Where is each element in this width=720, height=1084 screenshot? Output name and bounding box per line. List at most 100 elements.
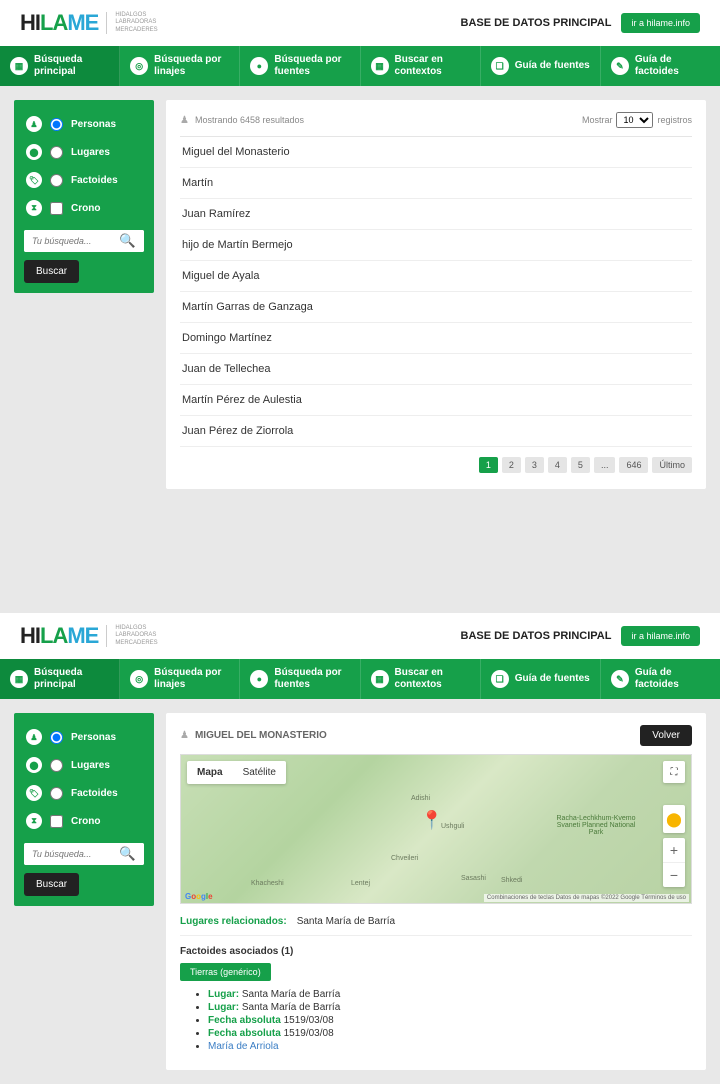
search-button[interactable]: Buscar bbox=[24, 873, 79, 896]
page-...[interactable]: ... bbox=[594, 457, 616, 473]
nav-icon: ▦ bbox=[10, 670, 28, 688]
filter-icon: ⬤ bbox=[26, 757, 42, 773]
result-row[interactable]: Martín bbox=[180, 168, 692, 199]
filter-lugares[interactable]: ⬤Lugares bbox=[24, 138, 144, 166]
map-type-toggle[interactable]: MapaSatélite bbox=[187, 761, 286, 784]
search-icon[interactable]: 🔍 bbox=[111, 230, 144, 252]
nav-icon: ✎ bbox=[611, 670, 629, 688]
detail-title: MIGUEL DEL MONASTERIO bbox=[195, 730, 327, 741]
factoid-item: Fecha absoluta 1519/03/08 bbox=[208, 1028, 692, 1039]
zoom-out-icon: − bbox=[663, 863, 685, 887]
page-4[interactable]: 4 bbox=[548, 457, 567, 473]
detail-panel: ♟ MIGUEL DEL MONASTERIO Volver MapaSatéli… bbox=[166, 713, 706, 1070]
header: HILAME HIDALGOSLABRADORASMERCADERES BASE… bbox=[0, 0, 720, 46]
nav-item-5[interactable]: ✎Guía de factoides bbox=[601, 46, 720, 86]
factoid-link[interactable]: María de Arriola bbox=[208, 1041, 692, 1052]
person-icon: ♟ bbox=[180, 730, 189, 741]
filter-personas[interactable]: ♟Personas bbox=[24, 110, 144, 138]
filter-icon: 🏷 bbox=[26, 785, 42, 801]
google-logo: Google bbox=[185, 892, 213, 901]
page-2[interactable]: 2 bbox=[502, 457, 521, 473]
result-count: Mostrando 6458 resultados bbox=[195, 115, 304, 125]
map-pin-icon: 📍 bbox=[421, 810, 443, 831]
factoid-tag[interactable]: Tierras (genérico) bbox=[180, 963, 271, 981]
nav-item-0[interactable]: ▦Búsqueda principal bbox=[0, 46, 120, 86]
filter-icon: ⧗ bbox=[26, 813, 42, 829]
logo: HILAME HIDALGOSLABRADORASMERCADERES bbox=[20, 10, 158, 36]
filter-icon: 🏷 bbox=[26, 172, 42, 188]
result-row[interactable]: Miguel de Ayala bbox=[180, 261, 692, 292]
nav-icon: ▦ bbox=[371, 57, 389, 75]
site-link-button[interactable]: ir a hilame.info bbox=[621, 13, 700, 33]
zoom-in-icon: + bbox=[663, 838, 685, 863]
nav-item-4[interactable]: ❏Guía de fuentes bbox=[481, 46, 601, 86]
back-button[interactable]: Volver bbox=[640, 725, 692, 746]
nav-item-3[interactable]: ▦Buscar en contextos bbox=[361, 659, 481, 699]
search-icon[interactable]: 🔍 bbox=[111, 843, 144, 865]
zoom-control[interactable]: +− bbox=[663, 838, 685, 887]
search-input[interactable] bbox=[24, 230, 111, 252]
result-row[interactable]: hijo de Martín Bermejo bbox=[180, 230, 692, 261]
places-value: Santa María de Barría bbox=[297, 916, 395, 927]
filter-crono[interactable]: ⧗Crono bbox=[24, 194, 144, 222]
person-icon: ♟ bbox=[180, 115, 189, 126]
factoids-title: Factoides asociados (1) bbox=[180, 946, 692, 957]
filter-icon: ⧗ bbox=[26, 200, 42, 216]
nav-item-5[interactable]: ✎Guía de factoides bbox=[601, 659, 720, 699]
nav-icon: ● bbox=[250, 670, 268, 688]
factoid-item: Fecha absoluta 1519/03/08 bbox=[208, 1015, 692, 1026]
result-row[interactable]: Martín Garras de Ganzaga bbox=[180, 292, 692, 323]
filter-crono[interactable]: ⧗Crono bbox=[24, 807, 144, 835]
nav-icon: ◎ bbox=[130, 670, 148, 688]
nav-item-1[interactable]: ◎Búsqueda por linajes bbox=[120, 659, 240, 699]
page-Último[interactable]: Último bbox=[652, 457, 692, 473]
db-title: BASE DE DATOS PRINCIPAL bbox=[461, 17, 612, 29]
nav-item-1[interactable]: ◎Búsqueda por linajes bbox=[120, 46, 240, 86]
factoid-item: Lugar: Santa María de Barría bbox=[208, 1002, 692, 1013]
page-5[interactable]: 5 bbox=[571, 457, 590, 473]
filter-icon: ♟ bbox=[26, 116, 42, 132]
result-row[interactable]: Juan de Tellechea bbox=[180, 354, 692, 385]
nav-item-4[interactable]: ❏Guía de fuentes bbox=[481, 659, 601, 699]
fullscreen-icon[interactable]: ⛶ bbox=[663, 761, 685, 783]
places-label: Lugares relacionados: bbox=[180, 916, 287, 927]
nav-icon: ◎ bbox=[130, 57, 148, 75]
streetview-icon[interactable]: ⬤ bbox=[663, 805, 685, 833]
factoid-item: Lugar: Santa María de Barría bbox=[208, 989, 692, 1000]
nav-icon: ✎ bbox=[611, 57, 629, 75]
nav-icon: ▦ bbox=[10, 57, 28, 75]
nav-item-0[interactable]: ▦Búsqueda principal bbox=[0, 659, 120, 699]
result-row[interactable]: Domingo Martínez bbox=[180, 323, 692, 354]
nav-icon: ❏ bbox=[491, 57, 509, 75]
filter-lugares[interactable]: ⬤Lugares bbox=[24, 751, 144, 779]
main-nav: ▦Búsqueda principal◎Búsqueda por linajes… bbox=[0, 46, 720, 86]
filter-icon: ⬤ bbox=[26, 144, 42, 160]
filter-personas[interactable]: ♟Personas bbox=[24, 723, 144, 751]
results-panel: ♟Mostrando 6458 resultados Mostrar10regi… bbox=[166, 100, 706, 489]
nav-icon: ● bbox=[250, 57, 268, 75]
filter-factoides[interactable]: 🏷Factoides bbox=[24, 166, 144, 194]
nav-item-3[interactable]: ▦Buscar en contextos bbox=[361, 46, 481, 86]
result-row[interactable]: Miguel del Monasterio bbox=[180, 137, 692, 168]
filter-sidebar: ♟Personas⬤Lugares🏷Factoides⧗Crono 🔍 Buscar bbox=[14, 100, 154, 293]
filter-factoides[interactable]: 🏷Factoides bbox=[24, 779, 144, 807]
nav-icon: ❏ bbox=[491, 670, 509, 688]
map[interactable]: MapaSatélite ⛶ ⬤ +− 📍 Adishi Ushguli Chv… bbox=[180, 754, 692, 904]
search-input[interactable] bbox=[24, 843, 111, 865]
nav-icon: ▦ bbox=[371, 670, 389, 688]
pagination: 12345...646Último bbox=[180, 457, 692, 473]
search-button[interactable]: Buscar bbox=[24, 260, 79, 283]
header: HILAME HIDALGOSLABRADORASMERCADERES BASE… bbox=[0, 613, 720, 659]
result-row[interactable]: Juan Pérez de Ziorrola bbox=[180, 416, 692, 447]
result-row[interactable]: Juan Ramírez bbox=[180, 199, 692, 230]
page-1[interactable]: 1 bbox=[479, 457, 498, 473]
site-link-button[interactable]: ir a hilame.info bbox=[621, 626, 700, 646]
page-646[interactable]: 646 bbox=[619, 457, 648, 473]
page-size-select[interactable]: 10 bbox=[616, 112, 653, 128]
page-3[interactable]: 3 bbox=[525, 457, 544, 473]
map-attribution: Combinaciones de teclas Datos de mapas ©… bbox=[484, 894, 689, 902]
nav-item-2[interactable]: ●Búsqueda por fuentes bbox=[240, 46, 360, 86]
filter-icon: ♟ bbox=[26, 729, 42, 745]
result-row[interactable]: Martín Pérez de Aulestia bbox=[180, 385, 692, 416]
nav-item-2[interactable]: ●Búsqueda por fuentes bbox=[240, 659, 360, 699]
